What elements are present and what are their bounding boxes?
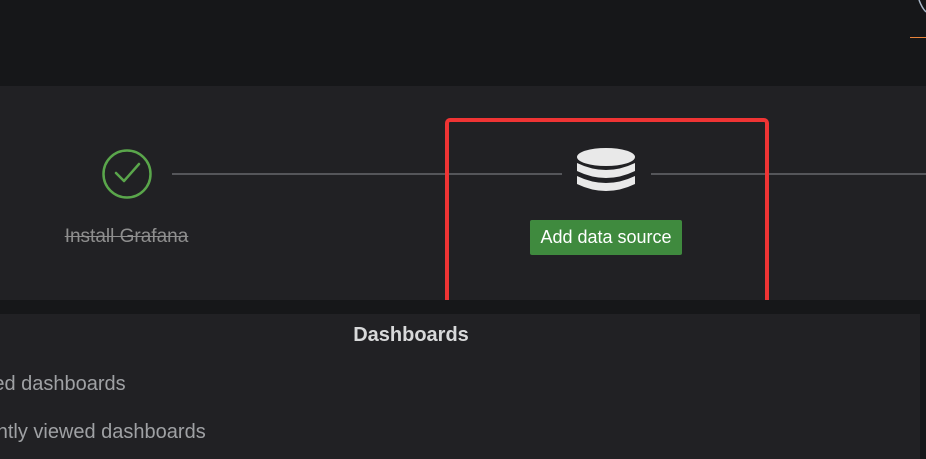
recently-viewed-dashboards-link[interactable]: Recently viewed dashboards: [0, 421, 206, 444]
step-connector-1: [172, 173, 562, 175]
database-icon: [577, 148, 635, 191]
getting-started-panel: Install Grafana Add data source: [0, 86, 926, 300]
dashboards-panel-title: Dashboards: [353, 324, 469, 346]
top-bar: [0, 0, 926, 86]
add-data-source-button[interactable]: Add data source: [530, 220, 682, 255]
step-label-install-grafana: Install Grafana: [64, 226, 189, 247]
check-circle-icon: [102, 149, 152, 199]
grafana-logo-edge-icon: [918, 0, 926, 13]
panel-divider: [0, 300, 926, 314]
grafana-home: Install Grafana Add data source Dashboar…: [0, 0, 926, 459]
starred-dashboards-link[interactable]: Starred dashboards: [0, 373, 126, 396]
topbar-accent-line: [910, 37, 926, 38]
panel-gutter: [920, 314, 926, 459]
dashboards-panel: Dashboards Starred dashboards Recently v…: [0, 314, 920, 459]
step-connector-2: [651, 173, 926, 175]
